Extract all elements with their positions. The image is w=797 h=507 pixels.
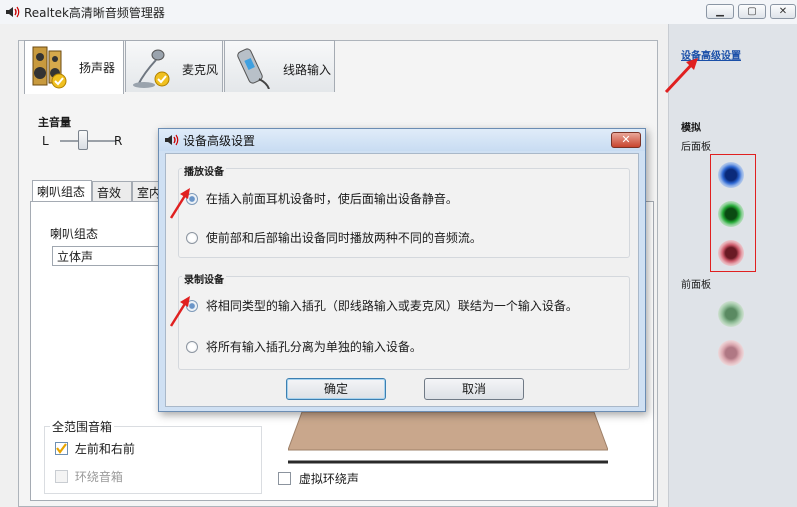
- room-floor-graphic: [286, 408, 618, 464]
- dialog-body: 播放设备 在插入前面耳机设备时，使后面输出设备静音。 使前部和后部输出设备同时播…: [165, 153, 639, 407]
- record-group-title: 录制设备: [182, 271, 226, 286]
- analog-label: 模拟: [681, 123, 701, 134]
- main-volume-group: 主音量 L R: [32, 116, 162, 158]
- dialog-speaker-icon: [163, 132, 179, 151]
- ok-button[interactable]: 确定: [286, 378, 386, 400]
- annotation-arrow-icon: [169, 296, 190, 327]
- tab-microphone-label: 麦克风: [182, 63, 219, 77]
- virtual-surround-label: 虚拟环绕声: [298, 472, 359, 486]
- record-group: [178, 276, 630, 370]
- minimize-icon: ▁: [716, 6, 724, 17]
- back-jack-pink-icon[interactable]: [718, 240, 744, 266]
- dialog-close-button[interactable]: ✕: [611, 132, 641, 148]
- tab-sound-effects-label: 音效: [97, 186, 122, 200]
- close-icon: ✕: [621, 133, 631, 146]
- tab-sound-effects[interactable]: 音效: [92, 181, 132, 201]
- virtual-surround-row[interactable]: 虚拟环绕声: [278, 470, 359, 487]
- back-jack-green-icon[interactable]: [718, 201, 744, 227]
- playback-option-two-streams-radio[interactable]: [186, 231, 198, 244]
- speaker-config-value: 立体声: [57, 250, 94, 264]
- front-jack-pink-icon[interactable]: [718, 340, 744, 366]
- playback-option-two-streams[interactable]: 使前部和后部输出设备同时播放两种不同的音频流。: [186, 229, 482, 246]
- front-lr-checkbox[interactable]: [55, 442, 68, 455]
- balance-slider-thumb[interactable]: [78, 130, 88, 150]
- virtual-surround-checkbox[interactable]: [278, 472, 291, 485]
- record-option-separate-radio[interactable]: [186, 340, 198, 353]
- tab-speaker-config-label: 喇叭组态: [37, 185, 86, 199]
- microphone-icon: [132, 47, 176, 92]
- tab-line-in-label: 线路输入: [283, 63, 332, 77]
- main-volume-label: 主音量: [38, 116, 71, 129]
- record-option-combine[interactable]: 将相同类型的输入插孔（即线路输入或麦克风）联结为一个输入设备。: [186, 297, 578, 314]
- playback-option-mute-rear[interactable]: 在插入前面耳机设备时，使后面输出设备静音。: [186, 190, 458, 207]
- window-title: Realtek高清晰音频管理器: [24, 6, 165, 20]
- speaker-config-label: 喇叭组态: [50, 227, 99, 241]
- maximize-icon: ▢: [747, 6, 757, 17]
- volume-left-label: L: [42, 134, 49, 148]
- maximize-button[interactable]: ▢: [738, 4, 766, 19]
- playback-group-title: 播放设备: [182, 163, 226, 178]
- back-panel-label: 后面板: [681, 142, 711, 153]
- surround-checkbox-row[interactable]: 环绕音箱: [55, 468, 123, 485]
- surround-checkbox[interactable]: [55, 470, 68, 483]
- playback-option-two-streams-label: 使前部和后部输出设备同时播放两种不同的音频流。: [205, 231, 482, 245]
- record-option-combine-label: 将相同类型的输入插孔（即线路输入或麦克风）联结为一个输入设备。: [205, 299, 578, 313]
- annotation-arrow-icon: [664, 58, 698, 94]
- front-panel-label: 前面板: [681, 280, 711, 291]
- tab-line-in[interactable]: 线路输入: [224, 40, 335, 92]
- annotation-arrow-icon: [169, 188, 190, 219]
- window-titlebar: Realtek高清晰音频管理器 ▁ ▢ ✕: [0, 0, 797, 25]
- playback-option-mute-rear-label: 在插入前面耳机设备时，使后面输出设备静音。: [205, 192, 458, 206]
- full-range-title: 全范围音箱: [50, 418, 115, 435]
- tab-speaker-label: 扬声器: [79, 61, 116, 75]
- front-jack-green-icon[interactable]: [718, 301, 744, 327]
- surround-label: 环绕音箱: [74, 470, 123, 484]
- speaker-config-select[interactable]: 立体声: [52, 246, 162, 266]
- volume-right-label: R: [114, 134, 123, 148]
- cancel-button[interactable]: 取消: [424, 378, 524, 400]
- record-option-separate[interactable]: 将所有输入插孔分离为单独的输入设备。: [186, 338, 422, 355]
- line-in-icon: [233, 45, 273, 92]
- front-lr-label: 左前和右前: [74, 442, 135, 456]
- dialog-title: 设备高级设置: [183, 134, 256, 148]
- speaker-icon: [31, 45, 69, 92]
- balance-track: [60, 140, 116, 142]
- back-jack-blue-icon[interactable]: [718, 162, 744, 188]
- tab-microphone[interactable]: 麦克风: [125, 40, 223, 92]
- speaker-app-icon: [4, 4, 20, 23]
- minimize-button[interactable]: ▁: [706, 4, 734, 19]
- advanced-settings-dialog: 设备高级设置 ✕ 播放设备 在插入前面耳机设备时，使后面输出设备静音。 使前部和…: [158, 128, 646, 412]
- record-option-separate-label: 将所有输入插孔分离为单独的输入设备。: [205, 340, 422, 354]
- close-icon: ✕: [778, 6, 788, 17]
- tab-speaker-config[interactable]: 喇叭组态: [32, 180, 92, 202]
- front-lr-checkbox-row[interactable]: 左前和右前: [55, 440, 135, 457]
- close-button[interactable]: ✕: [770, 4, 796, 19]
- dialog-titlebar: 设备高级设置 ✕: [159, 129, 645, 151]
- tab-speaker[interactable]: 扬声器: [24, 40, 124, 94]
